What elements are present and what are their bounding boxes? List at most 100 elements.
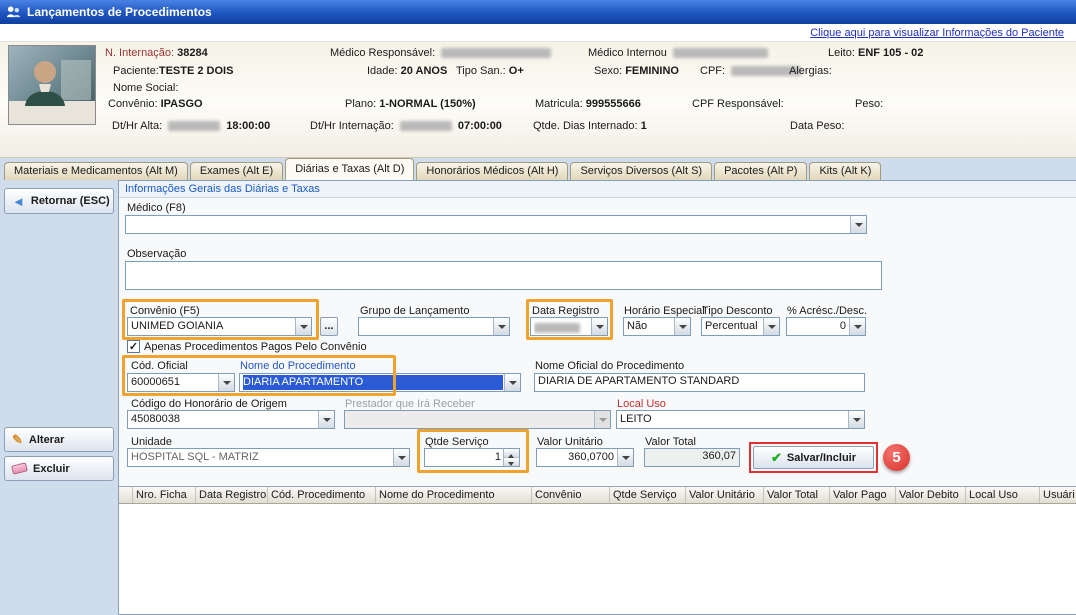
convenio-browse-button[interactable]: ... <box>320 317 338 336</box>
title-bar: Lançamentos de Procedimentos <box>0 0 1076 24</box>
cpf-label: CPF: <box>700 65 725 77</box>
alterar-button[interactable]: ✎ Alterar <box>4 427 114 452</box>
grid-header-convenio[interactable]: Convênio <box>532 487 610 503</box>
convenio-label: Convênio: <box>108 98 158 110</box>
window-title: Lançamentos de Procedimentos <box>27 5 212 19</box>
grid-header-usuario[interactable]: Usuári <box>1040 487 1076 503</box>
plano-value: 1-NORMAL (150%) <box>379 98 475 110</box>
tipo-desconto-combo[interactable]: Percentual <box>701 317 780 336</box>
tab-materiais-medicamentos[interactable]: Materiais e Medicamentos (Alt M) <box>4 162 188 180</box>
excluir-button[interactable]: Excluir <box>4 456 114 481</box>
dthr-alta-time: 18:00:00 <box>226 120 270 132</box>
tab-diarias-taxas[interactable]: Diárias e Taxas (Alt D) <box>285 158 414 180</box>
leito-label: Leito: <box>828 47 855 59</box>
nome-procedimento-combo-dropdown-icon[interactable] <box>504 374 520 391</box>
grid-header-valor-unitario[interactable]: Valor Unitário <box>686 487 764 503</box>
tipo-desconto-combo-dropdown-icon[interactable] <box>763 318 779 335</box>
cod-honorario-combo-dropdown-icon[interactable] <box>318 411 334 428</box>
horario-especial-combo-dropdown-icon[interactable] <box>674 318 690 335</box>
data-registro-redacted <box>534 323 580 333</box>
tipo-desconto-combo-value: Percentual <box>705 319 762 334</box>
cod-oficial-combo[interactable]: 60000651 <box>127 373 235 392</box>
horario-especial-combo[interactable]: Não <box>623 317 691 336</box>
grid-header-data-registro[interactable]: Data Registro <box>196 487 268 503</box>
convenio-combo-value: UNIMED GOIANIA <box>131 319 294 334</box>
dthr-alta-label: Dt/Hr Alta: <box>112 120 162 132</box>
local-uso-combo-value: LEITO <box>620 412 847 427</box>
convenio-combo[interactable]: UNIMED GOIANIA <box>127 317 312 336</box>
medico-combo[interactable] <box>125 215 867 234</box>
valor-unitario-combo[interactable]: 360,0700 <box>536 448 634 467</box>
apenas-pagos-checkbox-label: Apenas Procedimentos Pagos Pelo Convênio <box>144 341 367 353</box>
grid-header-valor-total[interactable]: Valor Total <box>764 487 830 503</box>
grid-body-empty[interactable] <box>119 504 1076 614</box>
grupo-lancamento-combo-dropdown-icon[interactable] <box>493 318 509 335</box>
group-caption: Informações Gerais das Diárias e Taxas <box>119 181 1076 198</box>
spin-up-icon[interactable] <box>504 449 519 458</box>
spin-down-icon[interactable] <box>504 458 519 466</box>
grid-header-local-uso[interactable]: Local Uso <box>966 487 1040 503</box>
medico-combo-dropdown-icon[interactable] <box>850 216 866 233</box>
cod-honorario-combo[interactable]: 45080038 <box>127 410 335 429</box>
nome-social-field: Nome Social: <box>113 82 178 94</box>
qtde-servico-stepper[interactable]: 1 <box>424 448 520 467</box>
patient-info-link[interactable]: Clique aqui para visualizar Informações … <box>810 27 1064 39</box>
n-internacao-field: N. Internação: 38284 <box>105 47 208 59</box>
qtde-servico-label: Qtde Serviço <box>425 436 489 448</box>
acresc-desc-combo-value: 0 <box>790 319 848 334</box>
idade-label: Idade: <box>367 65 398 77</box>
prestador-combo-dropdown-icon <box>594 411 610 428</box>
nome-procedimento-combo[interactable]: DIARIA APARTAMENTO <box>239 373 521 392</box>
retornar-button[interactable]: ◄ Retornar (ESC) <box>4 188 114 214</box>
dthr-internacao-label: Dt/Hr Internação: <box>310 120 394 132</box>
convenio-combo-dropdown-icon[interactable] <box>295 318 311 335</box>
grid-header-nro-ficha[interactable]: Nro. Ficha <box>133 487 196 503</box>
leito-value: ENF 105 - 02 <box>858 47 923 59</box>
valor-unitario-value: 360,0700 <box>540 450 616 465</box>
prestador-combo-value <box>348 412 593 427</box>
horario-especial-combo-value: Não <box>627 319 673 334</box>
tab-kits[interactable]: Kits (Alt K) <box>809 162 881 180</box>
dthr-internacao-date-redacted <box>400 121 452 131</box>
medico-responsavel-field: Médico Responsável: <box>330 47 554 59</box>
excluir-button-label: Excluir <box>33 463 70 475</box>
tab-honorarios-medicos[interactable]: Honorários Médicos (Alt H) <box>416 162 568 180</box>
acresc-desc-combo[interactable]: 0 <box>786 317 866 336</box>
plano-label: Plano: <box>345 98 376 110</box>
unidade-combo-dropdown-icon[interactable] <box>393 449 409 466</box>
data-registro-combo-dropdown-icon[interactable] <box>591 318 607 335</box>
cod-honorario-combo-value: 45080038 <box>131 412 317 427</box>
tab-exames[interactable]: Exames (Alt E) <box>190 162 283 180</box>
tab-pacotes[interactable]: Pacotes (Alt P) <box>714 162 807 180</box>
data-peso-label: Data Peso: <box>790 120 844 132</box>
grupo-lancamento-combo[interactable] <box>358 317 510 336</box>
nome-procedimento-label: Nome do Procedimento <box>240 360 356 372</box>
grid-header-cod-procedimento[interactable]: Cód. Procedimento <box>268 487 376 503</box>
observacao-input[interactable] <box>125 261 882 290</box>
grid-header-row: Nro. Ficha Data Registro Cód. Procedimen… <box>119 487 1076 504</box>
local-uso-label: Local Uso <box>617 398 666 410</box>
local-uso-combo-dropdown-icon[interactable] <box>848 411 864 428</box>
grid-header-valor-pago[interactable]: Valor Pago <box>830 487 896 503</box>
apenas-pagos-checkbox[interactable]: ✓ <box>127 340 140 353</box>
grid-header-qtde-servico[interactable]: Qtde Serviço <box>610 487 686 503</box>
cod-oficial-combo-dropdown-icon[interactable] <box>218 374 234 391</box>
local-uso-combo[interactable]: LEITO <box>616 410 865 429</box>
step-annotation: 5 <box>883 444 910 471</box>
salvar-incluir-button[interactable]: ✔ Salvar/Incluir <box>753 446 874 469</box>
sidebar: ◄ Retornar (ESC) ✎ Alterar Excluir <box>0 180 118 615</box>
tab-servicos-diversos[interactable]: Serviços Diversos (Alt S) <box>570 162 712 180</box>
unidade-combo-value: HOSPITAL SQL - MATRIZ <box>131 450 392 465</box>
nome-oficial-input[interactable]: DIARIA DE APARTAMENTO STANDARD <box>534 373 865 392</box>
app-icon <box>6 5 21 19</box>
unidade-combo[interactable]: HOSPITAL SQL - MATRIZ <box>127 448 410 467</box>
data-peso-field: Data Peso: <box>790 120 844 132</box>
qtde-dias-label: Qtde. Dias Internado: <box>533 120 638 132</box>
data-registro-combo[interactable] <box>530 317 608 336</box>
valor-unitario-dropdown-icon[interactable] <box>617 449 633 466</box>
acresc-desc-combo-dropdown-icon[interactable] <box>849 318 865 335</box>
qtde-servico-spin-icons[interactable] <box>503 449 519 466</box>
grid-header-valor-debito[interactable]: Valor Debito <box>896 487 966 503</box>
medico-responsavel-redacted <box>441 48 551 58</box>
grid-header-nome-procedimento[interactable]: Nome do Procedimento <box>376 487 532 503</box>
